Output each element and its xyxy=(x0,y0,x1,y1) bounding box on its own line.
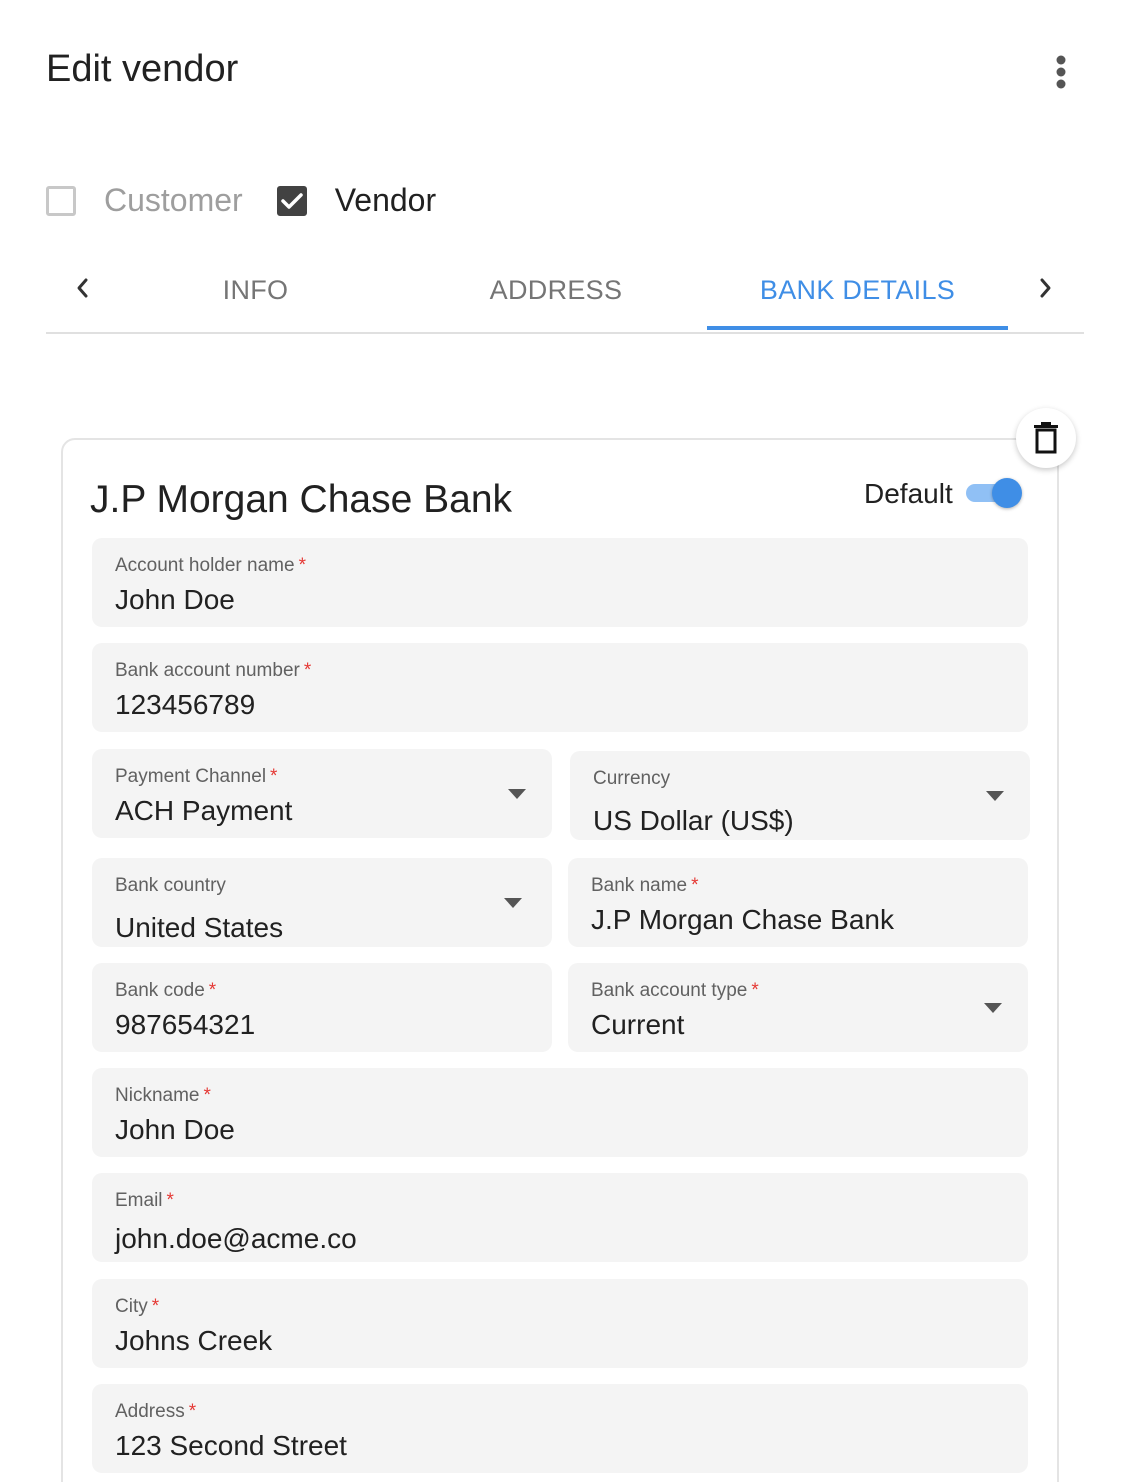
required-marker: * xyxy=(151,1296,160,1317)
bank-account-number-label: Bank account number xyxy=(115,660,300,681)
required-marker: * xyxy=(303,660,312,681)
email-label: Email xyxy=(115,1190,163,1211)
toggle-thumb xyxy=(992,478,1022,508)
caret-down-icon xyxy=(986,791,1004,801)
payment-channel-select[interactable]: Payment Channel * ACH Payment xyxy=(92,749,552,838)
tab-scroll-right-button[interactable] xyxy=(1026,268,1066,308)
payment-channel-label: Payment Channel xyxy=(115,766,267,787)
city-field[interactable]: City * Johns Creek xyxy=(92,1279,1028,1368)
currency-value: US Dollar (US$) xyxy=(593,805,794,836)
required-marker: * xyxy=(751,980,759,1001)
payment-channel-value: ACH Payment xyxy=(115,795,293,826)
page-title: Edit vendor xyxy=(46,48,239,90)
bank-name-value: J.P Morgan Chase Bank xyxy=(591,904,894,935)
edit-vendor-page: Edit vendor Customer Vendor INFO ADDRESS… xyxy=(0,0,1125,1482)
tab-info[interactable]: INFO xyxy=(106,250,405,330)
nickname-value: John Doe xyxy=(115,1114,235,1145)
bank-country-select[interactable]: Bank country United States xyxy=(92,858,552,947)
bank-code-value: 987654321 xyxy=(115,1009,256,1040)
city-label: City xyxy=(115,1296,148,1317)
vendor-label: Vendor xyxy=(334,182,437,218)
bank-country-value: United States xyxy=(115,912,284,943)
bank-name-label: Bank name xyxy=(591,875,688,896)
tab-address[interactable]: ADDRESS xyxy=(406,250,706,330)
required-marker: * xyxy=(208,980,217,1001)
currency-select[interactable]: Currency US Dollar (US$) xyxy=(570,751,1030,840)
bank-card-title: J.P Morgan Chase Bank xyxy=(90,478,513,521)
required-marker: * xyxy=(188,1401,197,1422)
tab-bar: INFO ADDRESS BANK DETAILS xyxy=(46,250,1084,334)
chevron-left-icon xyxy=(77,278,88,298)
tab-bank-details[interactable]: BANK DETAILS xyxy=(707,250,1008,330)
bank-account-type-select[interactable]: Bank account type * Current xyxy=(568,963,1028,1052)
default-toggle[interactable] xyxy=(966,478,1022,508)
address-label: Address xyxy=(115,1401,185,1422)
address-value: 123 Second Street xyxy=(115,1430,347,1461)
bank-code-label: Bank code xyxy=(115,980,205,1001)
vendor-checkbox[interactable]: Vendor xyxy=(276,182,437,219)
caret-down-icon xyxy=(508,789,526,799)
address-field[interactable]: Address * 123 Second Street xyxy=(92,1384,1028,1473)
more-vertical-icon xyxy=(1056,55,1066,89)
required-marker: * xyxy=(203,1085,211,1106)
account-holder-name-label: Account holder name xyxy=(115,555,295,576)
bank-account-number-value: 123456789 xyxy=(115,689,256,720)
nickname-label: Nickname xyxy=(115,1085,200,1106)
default-label: Default xyxy=(864,478,953,509)
bank-account-type-value: Current xyxy=(591,1009,685,1040)
required-marker: * xyxy=(270,766,278,787)
caret-down-icon xyxy=(984,1003,1002,1013)
required-marker: * xyxy=(691,875,699,896)
nickname-field[interactable]: Nickname * John Doe xyxy=(92,1068,1028,1157)
city-value: Johns Creek xyxy=(115,1325,273,1356)
customer-label: Customer xyxy=(104,182,243,218)
customer-checkbox[interactable]: Customer xyxy=(46,182,243,219)
chevron-right-icon xyxy=(1040,278,1051,298)
bank-account-number-field[interactable]: Bank account number * 123456789 xyxy=(92,643,1028,732)
bank-account-type-label: Bank account type xyxy=(591,980,748,1001)
email-value: john.doe@acme.co xyxy=(115,1223,357,1254)
active-tab-indicator xyxy=(707,326,1008,330)
required-marker: * xyxy=(298,555,306,576)
checkbox-unchecked-icon xyxy=(46,185,76,216)
more-options-button[interactable] xyxy=(1040,50,1082,94)
caret-down-icon xyxy=(504,898,522,908)
currency-label: Currency xyxy=(593,768,671,789)
account-holder-name-field[interactable]: Account holder name * John Doe xyxy=(92,538,1028,627)
checkbox-checked-icon xyxy=(276,185,307,216)
delete-bank-button[interactable] xyxy=(1016,408,1076,468)
required-marker: * xyxy=(166,1190,174,1211)
bank-country-label: Bank country xyxy=(115,875,226,896)
bank-name-field[interactable]: Bank name * J.P Morgan Chase Bank xyxy=(568,858,1028,947)
type-selector: Customer Vendor xyxy=(46,182,436,219)
account-holder-name-value: John Doe xyxy=(115,584,235,615)
trash-icon xyxy=(1034,422,1058,454)
email-field[interactable]: Email * john.doe@acme.co xyxy=(92,1173,1028,1262)
tab-scroll-left-button[interactable] xyxy=(62,268,102,308)
bank-code-field[interactable]: Bank code * 987654321 xyxy=(92,963,552,1052)
